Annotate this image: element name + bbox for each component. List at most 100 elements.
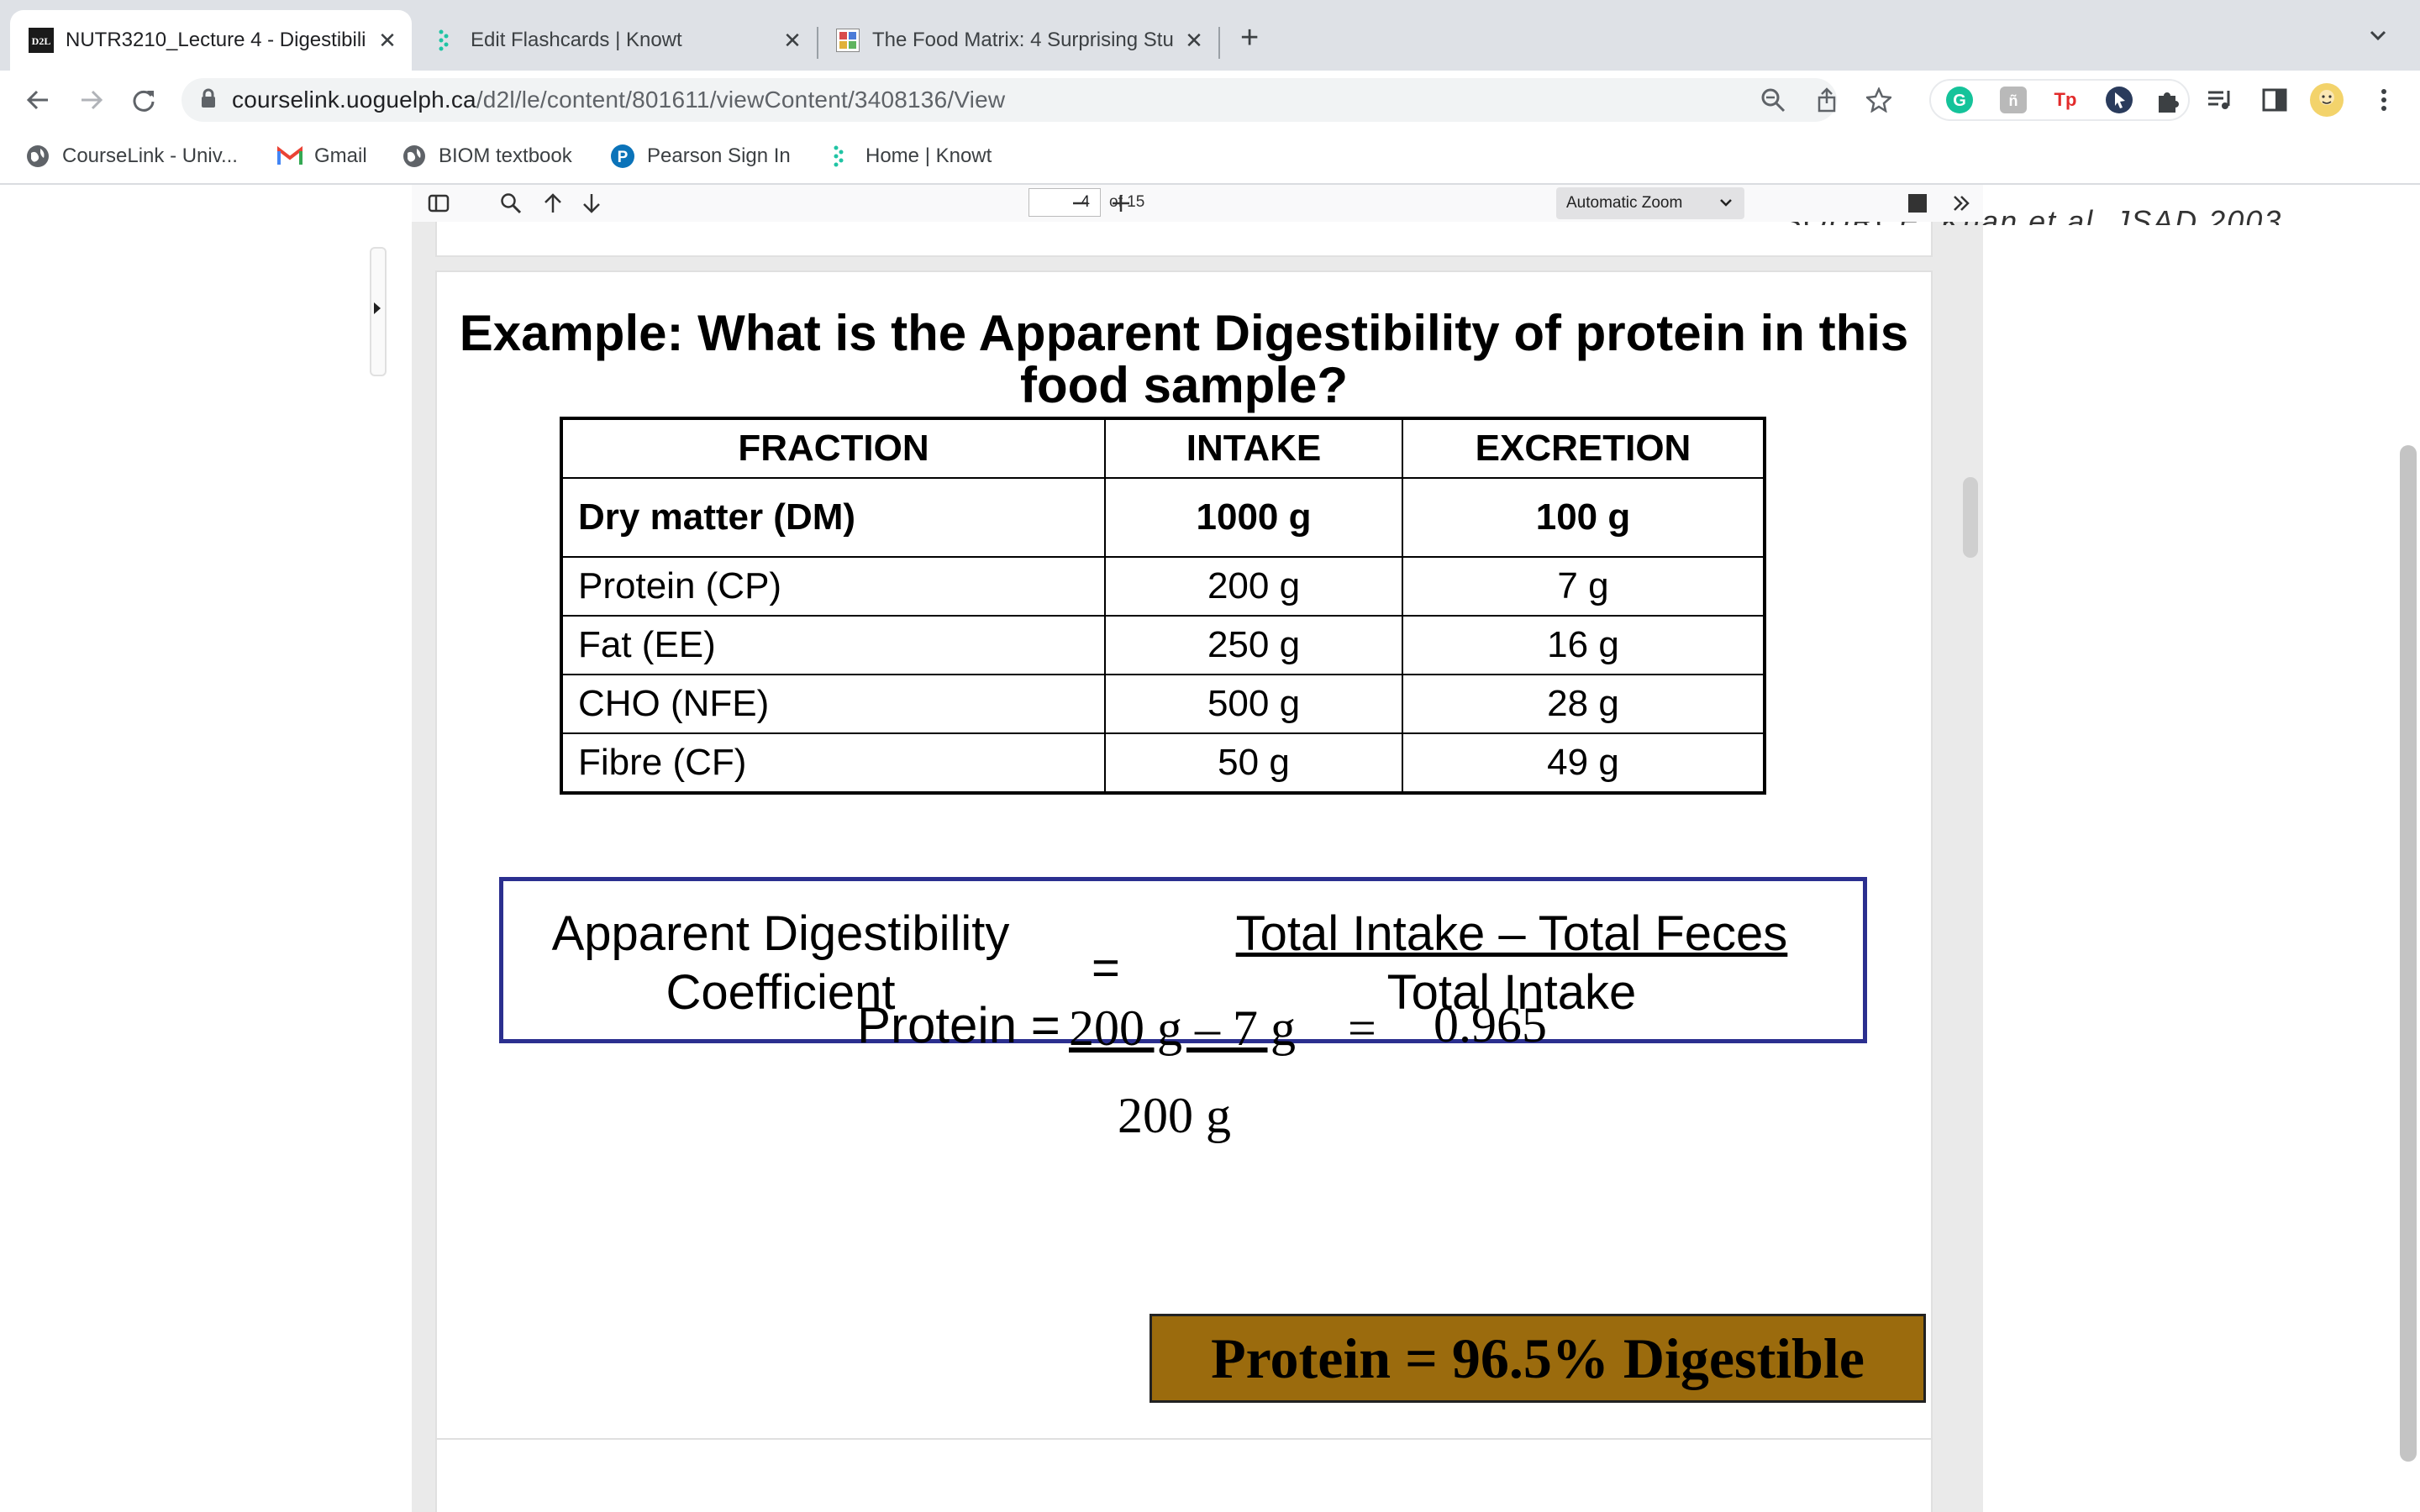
tab-title: NUTR3210_Lecture 4 - Digestibili [66, 29, 366, 51]
table-header-row: FRACTION INTAKE EXCRETION [560, 417, 1765, 479]
bookmark-pearson[interactable]: P Pearson Sign In [610, 141, 791, 171]
column-header: EXCRETION [1402, 417, 1765, 479]
sidebar-toggle-icon[interactable] [424, 190, 454, 217]
calc-denominator: 200 g [1118, 1088, 1231, 1143]
bookmark-label: Home | Knowt [865, 144, 992, 167]
table-row: Protein (CP) 200 g 7 g [560, 556, 1765, 617]
kebab-menu-icon[interactable] [2366, 82, 2402, 118]
intake-cell: 250 g [1104, 615, 1403, 675]
formula-numerator: Total Intake – Total Feces [1235, 906, 1788, 961]
url-text: courselink.uoguelph.ca/d2l/le/content/80… [232, 87, 1005, 113]
url-host: courselink.uoguelph.ca [232, 87, 476, 113]
zoom-out-icon[interactable] [1065, 190, 1096, 217]
fraction-cell: Fat (EE) [560, 615, 1106, 675]
translate-extension-icon[interactable]: ñ [1998, 85, 2028, 115]
bookmark-courselink[interactable]: CourseLink - Univ... [25, 141, 238, 171]
puzzle-extensions-icon[interactable] [2153, 85, 2183, 115]
presentation-mode-icon[interactable] [1902, 190, 1933, 217]
tab-title: Edit Flashcards | Knowt [471, 29, 682, 51]
close-tab-icon[interactable]: ✕ [780, 28, 805, 53]
tp-extension-icon[interactable]: Tp [2050, 85, 2081, 115]
bookmark-label: BIOM textbook [439, 144, 572, 167]
svg-text:P: P [618, 149, 629, 166]
fraction-cell: Dry matter (DM) [560, 477, 1106, 558]
calc-label: Protein = [857, 997, 1060, 1053]
intake-cell: 500 g [1104, 674, 1403, 734]
column-header: INTAKE [1104, 417, 1403, 479]
page-scrollbar-thumb[interactable] [2400, 445, 2417, 1462]
tab-title: The Food Matrix: 4 Surprising Stu [872, 29, 1174, 51]
pdf-page-next [437, 1440, 1931, 1512]
tab-strip: D2L NUTR3210_Lecture 4 - Digestibili ✕ E… [0, 0, 2420, 71]
url-path: /d2l/le/content/801611/viewContent/34081… [476, 87, 1006, 113]
knowt-icon [829, 144, 854, 169]
chevron-down-icon [1719, 187, 1733, 231]
site-icon [835, 28, 860, 53]
gmail-icon [277, 144, 302, 169]
table-row: Fat (EE) 250 g 16 g [560, 615, 1765, 675]
pearson-icon: P [610, 144, 635, 169]
close-tab-icon[interactable]: ✕ [375, 28, 400, 53]
next-page-icon[interactable] [576, 190, 607, 217]
bookmark-label: Pearson Sign In [647, 144, 791, 167]
bookmark-label: CourseLink - Univ... [62, 144, 238, 167]
tab-nutr3210-lecture[interactable]: D2L NUTR3210_Lecture 4 - Digestibili ✕ [10, 10, 412, 71]
bookmark-label: Gmail [314, 144, 367, 167]
tab-edit-flashcards[interactable]: Edit Flashcards | Knowt ✕ [415, 10, 817, 71]
excretion-cell: 100 g [1402, 477, 1765, 558]
chevron-down-icon[interactable] [2368, 25, 2388, 51]
previous-page-icon[interactable] [538, 190, 568, 217]
bookmark-gmail[interactable]: Gmail [277, 141, 367, 171]
zoom-select-value: Automatic Zoom [1566, 194, 1683, 212]
cursor-extension-icon[interactable] [2104, 85, 2134, 115]
svg-text:G: G [1953, 92, 1966, 110]
side-panel-icon[interactable] [2257, 82, 2292, 118]
intake-cell: 1000 g [1104, 477, 1403, 558]
pdf-toolbar: 4 of 15 Automatic Zoom [412, 185, 1983, 222]
svg-text:ñ: ñ [2009, 92, 2018, 109]
table-row: Dry matter (DM) 1000 g 100 g [560, 477, 1765, 558]
pdf-page-current: Example: What is the Apparent Digestibil… [437, 272, 1931, 1510]
browser-toolbar: courselink.uoguelph.ca/d2l/le/content/80… [0, 71, 2420, 129]
slide-title: Example: What is the Apparent Digestibil… [459, 305, 1909, 413]
zoom-select[interactable]: Automatic Zoom [1556, 187, 1744, 219]
profile-avatar[interactable] [2309, 82, 2344, 118]
content-sidebar-toggle[interactable] [370, 247, 387, 376]
protein-calculation: Protein = 200 g – 7 g = 0.965 200 g [437, 996, 1931, 1215]
bookmarks-bar: CourseLink - Univ... Gmail BIOM textbook… [0, 129, 2420, 185]
page-viewport: SOURCE: Khan et al, JSAD 2003 4 of 15 Au… [0, 185, 2420, 1512]
calc-equals: = [1348, 1000, 1376, 1056]
excretion-cell: 49 g [1402, 732, 1765, 794]
bookmark-knowt[interactable]: Home | Knowt [829, 141, 992, 171]
tab-separator [1218, 27, 1220, 59]
fraction-table: FRACTION INTAKE EXCRETION Dry matter (DM… [560, 417, 1766, 795]
fraction-cell: Fibre (CF) [560, 732, 1106, 794]
back-button[interactable] [20, 82, 55, 118]
bookmark-biom-textbook[interactable]: BIOM textbook [402, 141, 572, 171]
tab-food-matrix[interactable]: The Food Matrix: 4 Surprising Stu ✕ [817, 10, 1218, 71]
calc-result: 0.965 [1434, 997, 1547, 1053]
excretion-cell: 28 g [1402, 674, 1765, 734]
share-icon[interactable] [1812, 85, 1842, 115]
fraction-cell: Protein (CP) [560, 556, 1106, 617]
table-row: CHO (NFE) 500 g 28 g [560, 674, 1765, 734]
pdf-scrollbar-thumb[interactable] [1963, 477, 1978, 558]
media-control-icon[interactable] [2203, 82, 2238, 118]
close-tab-icon[interactable]: ✕ [1181, 28, 1207, 53]
table-row: Fibre (CF) 50 g 49 g [560, 732, 1765, 794]
zoom-in-icon[interactable] [1106, 190, 1136, 217]
address-bar[interactable]: courselink.uoguelph.ca/d2l/le/content/80… [182, 78, 1891, 122]
grammarly-icon[interactable]: G [1944, 85, 1975, 115]
bookmark-star-icon[interactable] [1864, 85, 1894, 115]
new-tab-button[interactable]: + [1240, 22, 1259, 54]
zoom-magnifier-icon[interactable] [1758, 85, 1788, 115]
lock-icon[interactable] [200, 88, 217, 113]
calc-numerator: 200 g – 7 g [1069, 1000, 1296, 1056]
intake-cell: 200 g [1104, 556, 1403, 617]
result-banner: Protein = 96.5% Digestible [1150, 1314, 1926, 1403]
double-chevron-right-icon[interactable] [1946, 190, 1976, 217]
column-header: FRACTION [560, 417, 1106, 479]
reload-button[interactable] [126, 82, 161, 118]
forward-button[interactable] [74, 82, 109, 118]
find-search-icon[interactable] [496, 190, 526, 217]
